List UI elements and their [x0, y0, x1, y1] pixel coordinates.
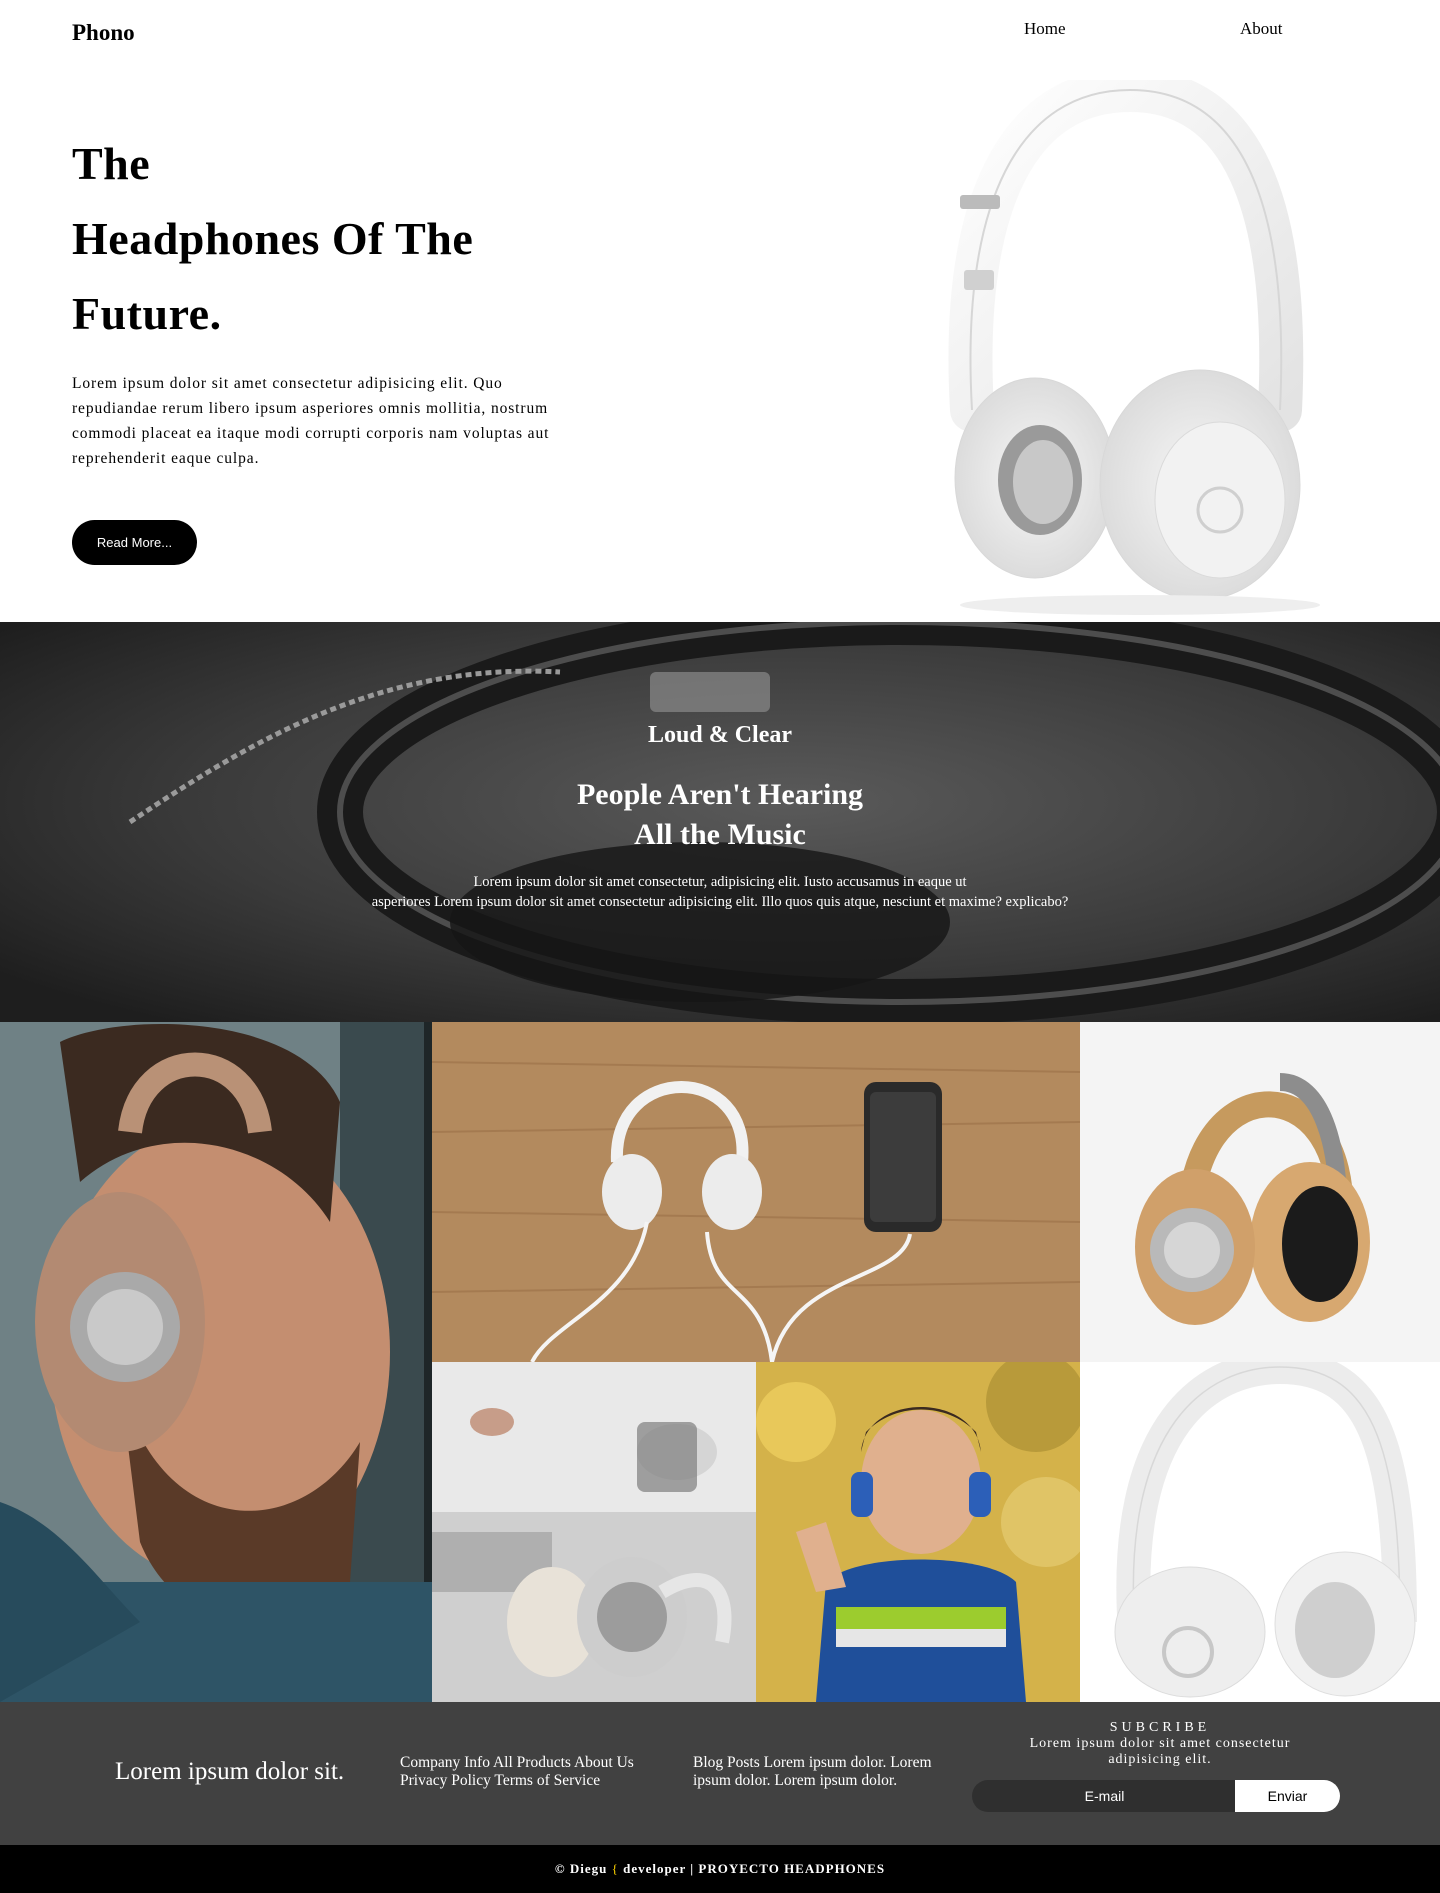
- banner-title-line: People Aren't Hearing: [576, 778, 864, 811]
- banner-description-line: asperiores Lorem ipsum dolor sit amet co…: [371, 894, 1069, 910]
- top-nav: Phono Home About: [0, 0, 1440, 70]
- copyright-author: © Diegu: [554, 1861, 608, 1876]
- gallery-photo-man-headphones: [0, 1022, 432, 1702]
- hero-title-line: Future.: [72, 288, 222, 339]
- copyright-project: developer | PROYECTO HEADPHONES: [623, 1861, 886, 1876]
- nav-link-home[interactable]: Home: [1024, 19, 1066, 39]
- gallery-photo-boy-headphones: [756, 1362, 1080, 1702]
- gallery-photo-headphones-desk: [432, 1362, 756, 1702]
- gallery-photo-tan-headphones: [1080, 1022, 1440, 1362]
- brace-glyph: {: [611, 1861, 619, 1876]
- gallery-photo-white-headphones: [1080, 1362, 1440, 1702]
- site-footer: Lorem ipsum dolor sit. Company Info All …: [0, 1702, 1440, 1845]
- photo-gallery: [0, 1022, 1440, 1702]
- email-input[interactable]: [972, 1780, 1237, 1812]
- subscribe-form: Enviar: [972, 1780, 1340, 1812]
- subscribe-title: SUBCRIBE: [1109, 1720, 1211, 1735]
- banner-title: People Aren't Hearing All the Music: [0, 775, 1440, 855]
- hero-title-line: The: [72, 138, 151, 189]
- feature-banner: Loud & Clear People Aren't Hearing All t…: [0, 622, 1440, 1022]
- hero-headphones-image: [920, 67, 1320, 620]
- copyright-bar: © Diegu { developer | PROYECTO HEADPHONE…: [0, 1845, 1440, 1893]
- footer-company-links[interactable]: Company Info All Products About Us Priva…: [400, 1754, 660, 1790]
- hero-description: Lorem ipsum dolor sit amet consectetur a…: [72, 375, 550, 467]
- send-button[interactable]: Enviar: [1235, 1780, 1340, 1812]
- nav-link-about[interactable]: About: [1240, 19, 1283, 39]
- banner-subtitle: Loud & Clear: [648, 722, 792, 748]
- hero-title: The Headphones Of The Future.: [72, 126, 592, 351]
- hero-title-line: Headphones Of The: [72, 213, 474, 264]
- subscribe-section: SUBCRIBE Lorem ipsum dolor sit amet cons…: [1000, 1720, 1320, 1768]
- gallery-photo-headphones-phone: [432, 1022, 1080, 1362]
- banner-title-line: All the Music: [634, 818, 806, 851]
- footer-blog-links[interactable]: Blog Posts Lorem ipsum dolor. Lorem ipsu…: [693, 1754, 948, 1790]
- brand-logo[interactable]: Phono: [72, 20, 135, 46]
- subscribe-text: Lorem ipsum dolor sit amet consectetur a…: [1029, 1736, 1291, 1767]
- read-more-button[interactable]: Read More...: [72, 520, 197, 565]
- footer-tagline: Lorem ipsum dolor sit.: [115, 1758, 345, 1785]
- banner-description: Lorem ipsum dolor sit amet consectetur, …: [320, 872, 1120, 912]
- banner-description-line: Lorem ipsum dolor sit amet consectetur, …: [473, 874, 967, 890]
